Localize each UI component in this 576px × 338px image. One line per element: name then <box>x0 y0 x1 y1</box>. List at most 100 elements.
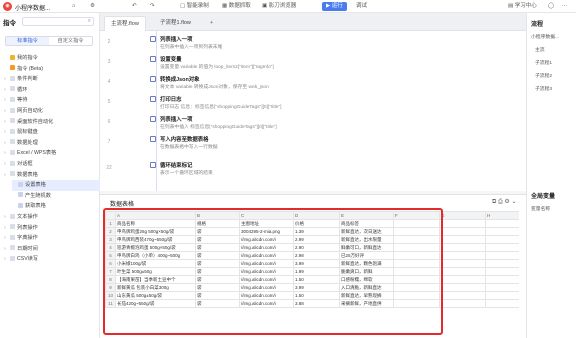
table-cell[interactable] <box>485 227 519 236</box>
table-cell[interactable]: 规格 <box>195 219 240 228</box>
table-cell[interactable] <box>393 291 440 300</box>
column-header[interactable]: H <box>485 211 519 220</box>
table-cell[interactable]: //img.alicdn.com/i <box>239 259 294 268</box>
table-cell[interactable]: //img.alicdn.com/i <box>239 267 294 276</box>
table-cell[interactable] <box>439 235 486 244</box>
table-cell[interactable] <box>485 291 519 300</box>
command-item[interactable]: › 等待 <box>4 95 96 106</box>
command-item[interactable]: › 文本操作 <box>4 212 96 223</box>
command-item[interactable]: › 条件判断 <box>4 74 96 85</box>
table-cell[interactable]: 袋 <box>195 235 240 244</box>
table-cell[interactable]: 长茄420g~550g/袋 <box>115 299 196 308</box>
table-cell[interactable] <box>393 219 440 228</box>
table-row[interactable]: 5 申鸟牌白鸡（小单）400g~500g 袋//img.alicdn.com/i 2.… <box>105 251 519 260</box>
column-header[interactable]: G <box>439 211 486 220</box>
table-cell[interactable]: 袋 <box>195 259 240 268</box>
table-cell[interactable]: 袋 <box>195 227 240 236</box>
table-cell[interactable] <box>439 283 486 292</box>
column-header[interactable]: A <box>115 211 196 220</box>
table-cell[interactable]: 袋 <box>195 299 240 308</box>
command-item[interactable]: › 数据处理 <box>4 138 96 149</box>
flow-tree-item[interactable]: 子流程2 <box>535 72 552 79</box>
flow-tree-root[interactable]: 小程序数据... <box>531 33 559 40</box>
table-cell[interactable] <box>439 259 486 268</box>
tab-custom-commands[interactable]: 自定义指令 <box>49 37 92 45</box>
command-item[interactable]: › 数据表格 <box>4 170 96 181</box>
table-cell[interactable]: 3.99 <box>293 283 340 292</box>
table-cell[interactable]: //img.alicdn.com/i <box>239 291 294 300</box>
column-header[interactable] <box>105 211 116 220</box>
command-item[interactable]: 指令 (Beta) <box>4 64 96 75</box>
home-icon[interactable]: ⌂ <box>72 2 75 11</box>
flow-tree-item[interactable]: 主流 <box>535 46 545 53</box>
table-cell[interactable] <box>393 243 440 252</box>
table-cell[interactable] <box>485 219 519 228</box>
table-cell[interactable]: 商品标签 <box>339 219 394 228</box>
table-cell[interactable]: 1.39 <box>293 227 340 236</box>
table-cell[interactable] <box>393 299 440 308</box>
table-cell[interactable]: 袋 <box>195 291 240 300</box>
table-cell[interactable] <box>439 251 486 260</box>
table-cell[interactable] <box>439 267 486 276</box>
table-cell[interactable]: 口感粉糯，绵软 <box>339 275 394 284</box>
table-row[interactable]: 1 商品名称 规格 主图地址 价格 商品标签 <box>105 219 519 228</box>
flow-step-row[interactable]: 5 打印日志 打印日志 信息：标签信息["shoppingGuideTags"][0… <box>100 93 526 113</box>
table-cell[interactable]: 3004295-2-mia.png <box>239 227 294 236</box>
table-row[interactable]: 7 叶生菜 500g±50g 袋//img.alicdn.com/i 1.99 脆嫩爽口… <box>105 267 519 276</box>
table-row[interactable]: 4 巡游青椒泡鸡蛋 500g×50g/袋袋//img.alicdn.com/i 2.… <box>105 243 519 252</box>
table-cell[interactable]: //img.alicdn.com/i <box>239 235 294 244</box>
table-cell[interactable] <box>393 275 440 284</box>
table-cell[interactable]: //img.alicdn.com/i <box>239 299 294 308</box>
table-cell[interactable]: 已25万好评 <box>339 251 394 260</box>
browser-button[interactable]: ▣ 影刀浏览器 <box>262 2 296 11</box>
table-cell[interactable]: 鲜嫩可口，新鲜直达 <box>339 243 394 252</box>
more-icon[interactable]: ⋯ <box>562 2 568 11</box>
table-row[interactable]: 9 新鲜黄瓜 包装小白菜300g 袋//img.alicdn.com/i 3.99 入口… <box>105 283 519 292</box>
flow-step-row[interactable]: 2 列表插入一项 在列表中插入一项到列表末尾 <box>100 33 526 53</box>
table-cell[interactable]: //img.alicdn.com/i <box>239 243 294 252</box>
add-tab-button[interactable]: + <box>204 16 219 31</box>
table-cell[interactable]: 【海南果苗】当季新土豆中个 <box>115 275 196 284</box>
table-cell[interactable] <box>485 283 519 292</box>
table-cell[interactable]: 商品名称 <box>115 219 196 228</box>
table-cell[interactable] <box>485 267 519 276</box>
table-cell[interactable]: 申鸟牌鸡蛋26g 500g×50g/袋 <box>115 227 196 236</box>
table-cell[interactable] <box>439 291 486 300</box>
table-cell[interactable] <box>393 259 440 268</box>
column-header[interactable]: C <box>239 211 294 220</box>
table-row[interactable]: 11 长茄420g~550g/袋袋//img.alicdn.com/i 3.88 采摘… <box>105 299 519 308</box>
table-cell[interactable] <box>439 227 486 236</box>
table-cell[interactable] <box>485 259 519 268</box>
table-row[interactable]: 10 山东黄瓜 500g±50g/袋袋//img.alicdn.com/i 1.50… <box>105 291 519 300</box>
table-cell[interactable] <box>439 299 486 308</box>
undo-button[interactable]: ↶ <box>132 2 137 11</box>
table-cell[interactable] <box>485 243 519 252</box>
table-cell[interactable] <box>393 283 440 292</box>
command-item[interactable]: › 日期时间 <box>4 244 96 255</box>
column-header[interactable]: B <box>195 211 240 220</box>
table-cell[interactable]: 新鲜直达，早熟现摘 <box>339 291 394 300</box>
column-header[interactable]: E <box>339 211 394 220</box>
tab-standard-commands[interactable]: 标准指令 <box>6 37 49 45</box>
table-cell[interactable]: 2.99 <box>293 235 340 244</box>
table-cell[interactable]: 山东黄瓜 500g±50g/袋 <box>115 291 196 300</box>
table-cell[interactable] <box>485 275 519 284</box>
table-cell[interactable]: 袋 <box>195 243 240 252</box>
command-item[interactable]: › Excel / WPS表格 <box>4 148 96 159</box>
tab-subflow-1[interactable]: 子流程1.flow <box>154 16 197 31</box>
command-search-input[interactable]: ⌕ <box>22 17 94 26</box>
redo-button[interactable]: ↷ <box>150 2 155 11</box>
command-item[interactable]: › 循环 <box>4 85 96 96</box>
command-item[interactable]: › 对话框 <box>4 159 96 170</box>
table-cell[interactable]: 小米椒100g/袋 <box>115 259 196 268</box>
user-icon[interactable]: ◯ <box>548 2 554 11</box>
table-row[interactable]: 3 申鸟牌鸡西装470g~550g/袋袋//img.alicdn.com/i 2.9… <box>105 235 519 244</box>
table-cell[interactable] <box>485 251 519 260</box>
table-cell[interactable]: 1.50 <box>293 291 340 300</box>
table-cell[interactable]: 采摘新鲜，产地直供 <box>339 299 394 308</box>
table-cell[interactable]: //img.alicdn.com/i <box>239 275 294 284</box>
table-cell[interactable]: 袋 <box>195 283 240 292</box>
table-cell[interactable] <box>439 275 486 284</box>
data-capture-button[interactable]: ▦ 数据抓取 <box>222 2 251 11</box>
table-cell[interactable]: 主图地址 <box>239 219 294 228</box>
